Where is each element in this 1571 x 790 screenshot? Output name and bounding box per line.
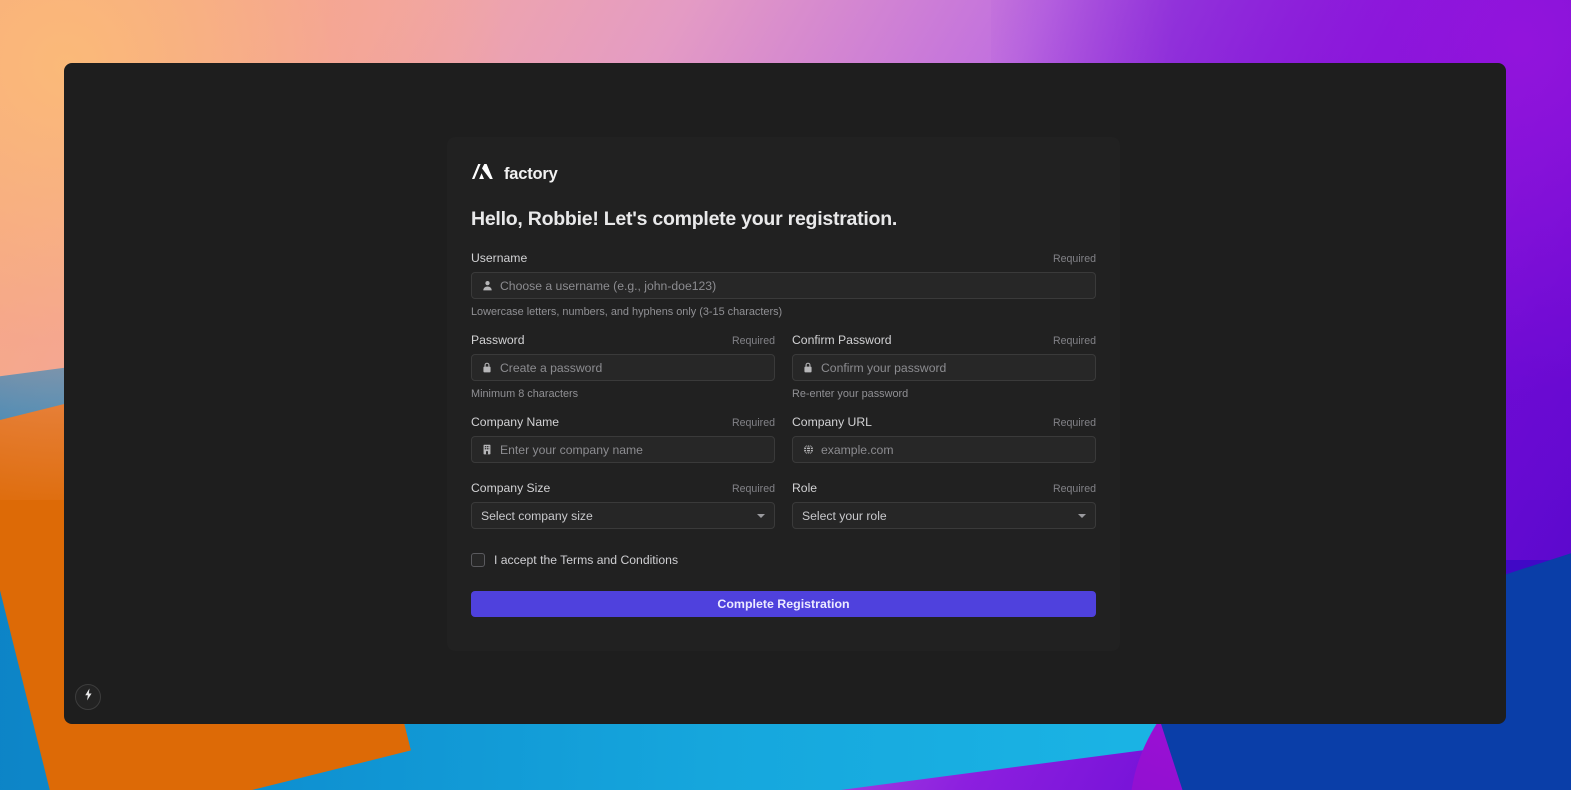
brand-header: factory — [471, 163, 1096, 185]
company-url-input[interactable]: example.com — [792, 436, 1096, 463]
globe-icon — [802, 444, 814, 456]
field-company-size-label: Company Size — [471, 481, 551, 495]
field-password-hint: Minimum 8 characters — [471, 388, 579, 400]
company-size-selected-value: Select company size — [481, 508, 593, 523]
terms-row[interactable]: I accept the Terms and Conditions — [471, 553, 1096, 567]
field-confirm-password: Confirm Password Required Confirm your p… — [792, 333, 1096, 400]
password-input-placeholder: Create a password — [500, 360, 603, 375]
confirm-password-input-placeholder: Confirm your password — [821, 360, 947, 375]
field-username-required-badge: Required — [1053, 253, 1096, 265]
company-name-input-placeholder: Enter your company name — [500, 442, 643, 457]
confirm-password-input[interactable]: Confirm your password — [792, 354, 1096, 381]
field-password-label: Password — [471, 333, 525, 347]
field-group-passwords: Password Required Create a password Mini… — [471, 333, 1096, 400]
field-password-head: Password Required — [471, 333, 775, 347]
terms-checkbox[interactable] — [471, 553, 485, 567]
field-company-size: Company Size Required Select company siz… — [471, 481, 775, 529]
field-company-size-required-badge: Required — [732, 483, 775, 495]
chevron-down-icon — [757, 513, 765, 518]
field-role: Role Required Select your role — [792, 481, 1096, 529]
field-confirm-password-label: Confirm Password — [792, 333, 892, 347]
field-company-url-head: Company URL Required — [792, 415, 1096, 429]
field-password-required-badge: Required — [732, 335, 775, 347]
field-group-size-role: Company Size Required Select company siz… — [471, 481, 1096, 529]
lock-icon — [481, 362, 493, 374]
field-company-name: Company Name Required Enter your company… — [471, 415, 775, 463]
field-group-company: Company Name Required Enter your company… — [471, 415, 1096, 463]
building-icon — [481, 444, 493, 456]
field-company-url-label: Company URL — [792, 415, 872, 429]
field-company-name-required-badge: Required — [732, 417, 775, 429]
factory-chevron-logo-icon — [471, 163, 495, 185]
password-input[interactable]: Create a password — [471, 354, 775, 381]
field-confirm-password-head: Confirm Password Required — [792, 333, 1096, 347]
role-select[interactable]: Select your role — [792, 502, 1096, 529]
lightning-bolt-icon — [83, 688, 94, 706]
company-url-input-placeholder: example.com — [821, 442, 894, 457]
username-input[interactable]: Choose a username (e.g., john-doe123) — [471, 272, 1096, 299]
page-title: Hello, Robbie! Let's complete your regis… — [471, 208, 898, 230]
field-company-url: Company URL Required example.com — [792, 415, 1096, 463]
company-size-select[interactable]: Select company size — [471, 502, 775, 529]
field-confirm-password-hint: Re-enter your password — [792, 388, 909, 400]
complete-registration-button[interactable]: Complete Registration — [471, 591, 1096, 617]
registration-form-card: factory Hello, Robbie! Let's complete yo… — [447, 137, 1120, 651]
field-role-required-badge: Required — [1053, 483, 1096, 495]
field-company-name-head: Company Name Required — [471, 415, 775, 429]
field-role-head: Role Required — [792, 481, 1096, 495]
field-username: Username Required Choose a username (e.g… — [471, 251, 1096, 318]
field-role-label: Role — [792, 481, 818, 495]
desktop-wallpaper: factory Hello, Robbie! Let's complete yo… — [0, 0, 1571, 790]
field-username-label: Username — [471, 251, 528, 265]
brand-name: factory — [504, 164, 558, 183]
user-icon — [481, 280, 493, 292]
field-username-head: Username Required — [471, 251, 1096, 265]
field-company-url-required-badge: Required — [1053, 417, 1096, 429]
company-name-input[interactable]: Enter your company name — [471, 436, 775, 463]
role-selected-value: Select your role — [802, 508, 887, 523]
field-company-name-label: Company Name — [471, 415, 560, 429]
lock-icon — [802, 362, 814, 374]
username-input-placeholder: Choose a username (e.g., john-doe123) — [500, 278, 717, 293]
field-password: Password Required Create a password Mini… — [471, 333, 775, 400]
field-confirm-password-required-badge: Required — [1053, 335, 1096, 347]
lightning-bolt-button[interactable] — [75, 684, 101, 710]
field-username-hint: Lowercase letters, numbers, and hyphens … — [471, 306, 783, 318]
app-window: factory Hello, Robbie! Let's complete yo… — [64, 63, 1506, 724]
chevron-down-icon — [1078, 513, 1086, 518]
field-group-username: Username Required Choose a username (e.g… — [471, 251, 1096, 318]
field-company-size-head: Company Size Required — [471, 481, 775, 495]
terms-label[interactable]: I accept the Terms and Conditions — [494, 553, 678, 567]
